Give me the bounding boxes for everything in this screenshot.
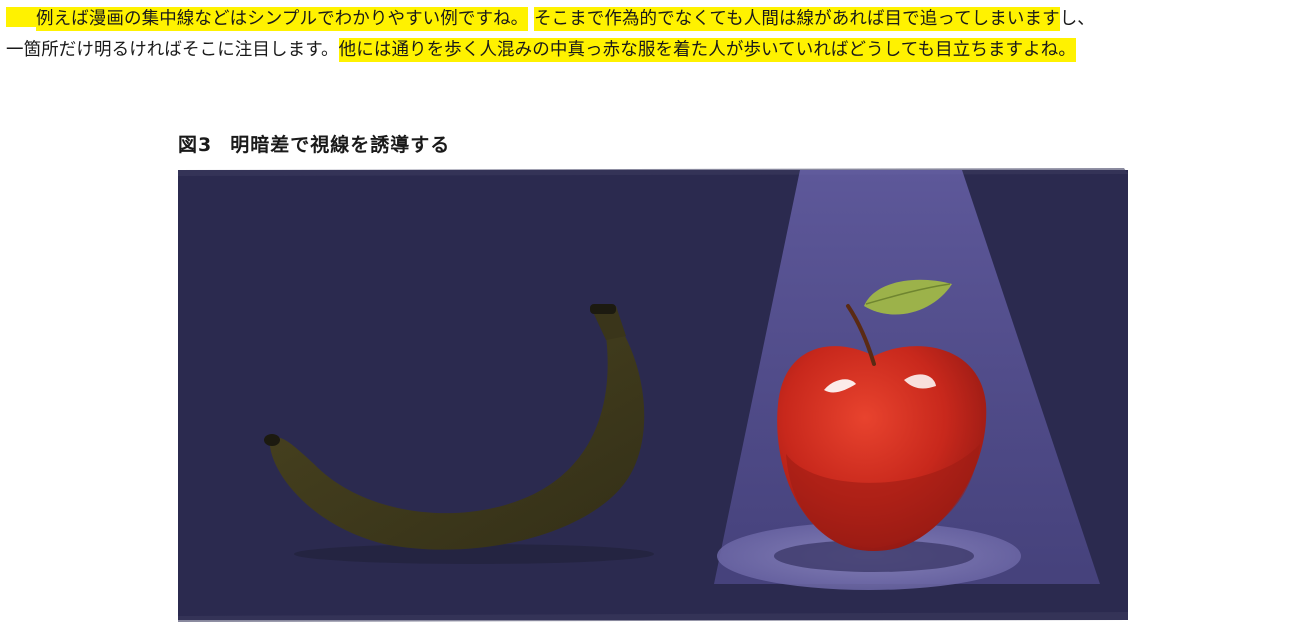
paragraph-line-2: 一箇所だけ明るければそこに注目します。他には通りを歩く人混みの中真っ赤な服を着た… xyxy=(6,35,1306,66)
paragraph-line-1: 例えば漫画の集中線などはシンプルでわかりやすい例ですね。 そこまで作為的でなくて… xyxy=(6,4,1306,35)
highlighted-sentence-3: 他には通りを歩く人混みの中真っ赤な服を着た人が歩いていればどうしても目立ちますよ… xyxy=(338,38,1076,62)
paragraph-indent xyxy=(6,7,36,27)
banana-stem-tip xyxy=(590,304,616,314)
figure-illustration xyxy=(174,164,1132,624)
highlighted-sentence-2: そこまで作為的でなくても人間は線があれば目で追ってしまいます xyxy=(533,7,1060,31)
figure-caption: 図3 明暗差で視線を誘導する xyxy=(178,130,450,157)
figure-number: 図3 xyxy=(178,134,213,156)
figure-title: 明暗差で視線を誘導する xyxy=(230,134,451,156)
highlighted-sentence-1: 例えば漫画の集中線などはシンプルでわかりやすい例ですね。 xyxy=(36,7,529,31)
body-paragraph: 例えば漫画の集中線などはシンプルでわかりやすい例ですね。 そこまで作為的でなくて… xyxy=(6,4,1306,66)
banana-end-tip xyxy=(264,434,280,446)
plain-text-1: し、 xyxy=(1059,9,1095,29)
plain-text-2: 一箇所だけ明るければそこに注目します。 xyxy=(6,40,339,60)
illustration-canvas xyxy=(178,168,1128,622)
